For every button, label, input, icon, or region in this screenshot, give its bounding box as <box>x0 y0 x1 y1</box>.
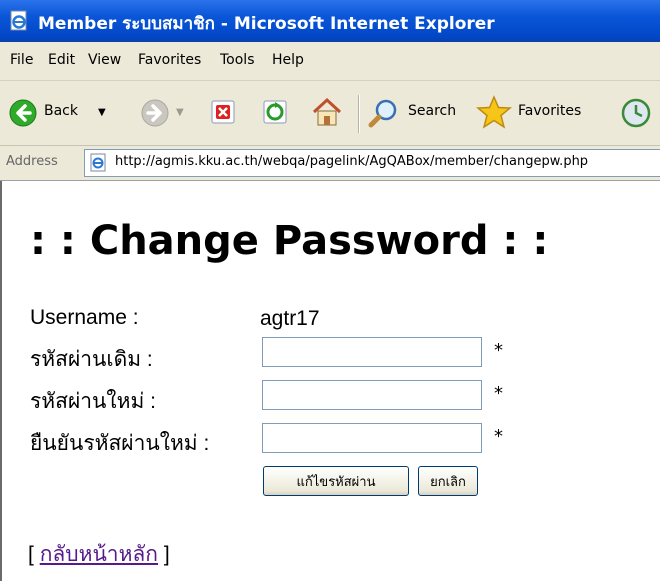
address-bar: Address http://agmis.kku.ac.th/webqa/pag… <box>0 146 660 181</box>
required-mark: * <box>494 340 503 361</box>
forward-dropdown-icon[interactable]: ▼ <box>176 107 184 118</box>
username-label: Username : <box>30 306 139 329</box>
required-mark: * <box>494 426 503 447</box>
menu-view[interactable]: View <box>88 52 121 68</box>
history-icon[interactable] <box>620 97 652 129</box>
back-label[interactable]: Back <box>44 103 78 119</box>
home-icon[interactable] <box>310 95 344 129</box>
address-label: Address <box>6 154 58 169</box>
back-link-row: [ กลับหน้าหลัก ] <box>28 538 170 571</box>
window-title: Member ระบบสมาชิก - Microsoft Internet E… <box>38 14 495 34</box>
new-password-field[interactable] <box>262 380 482 410</box>
ie-page-icon <box>10 10 27 31</box>
search-label[interactable]: Search <box>408 103 456 119</box>
back-to-home-link[interactable]: กลับหน้าหลัก <box>40 543 158 566</box>
toolbar: Back ▼ ▼ Search Favorites <box>0 81 660 146</box>
favorites-star-icon[interactable] <box>476 95 512 129</box>
toolbar-separator <box>358 95 360 133</box>
title-bar[interactable]: Member ระบบสมาชิก - Microsoft Internet E… <box>0 0 660 42</box>
page-icon <box>90 153 106 172</box>
menu-favorites[interactable]: Favorites <box>138 52 201 68</box>
forward-arrow-icon[interactable] <box>140 98 170 128</box>
confirm-password-label: ยืนยันรหัสผ่านใหม่ : <box>30 432 210 455</box>
menu-file[interactable]: File <box>10 52 33 68</box>
new-password-label: รหัสผ่านใหม่ : <box>30 390 156 413</box>
old-password-label: รหัสผ่านเดิม : <box>30 348 153 371</box>
menu-edit[interactable]: Edit <box>48 52 75 68</box>
menu-bar: File Edit View Favorites Tools Help <box>0 42 660 81</box>
menu-tools[interactable]: Tools <box>220 52 255 68</box>
bracket-open: [ <box>28 543 34 566</box>
search-icon[interactable] <box>368 97 400 129</box>
address-input[interactable]: http://agmis.kku.ac.th/webqa/pagelink/Ag… <box>84 149 660 177</box>
menu-help[interactable]: Help <box>272 52 304 68</box>
change-password-button[interactable]: แก้ไขรหัสผ่าน <box>263 466 409 496</box>
bracket-close: ] <box>163 543 170 566</box>
favorites-label[interactable]: Favorites <box>518 103 581 119</box>
required-mark: * <box>494 383 503 404</box>
stop-icon[interactable] <box>210 99 236 125</box>
refresh-icon[interactable] <box>262 99 288 125</box>
cancel-button[interactable]: ยกเลิก <box>418 466 478 496</box>
back-arrow-icon[interactable] <box>8 98 38 128</box>
back-dropdown-icon[interactable]: ▼ <box>98 107 106 118</box>
old-password-field[interactable] <box>262 337 482 367</box>
confirm-password-field[interactable] <box>262 423 482 453</box>
page-heading: : : Change Password : : <box>30 218 549 264</box>
username-value: agtr17 <box>260 307 320 330</box>
address-url: http://agmis.kku.ac.th/webqa/pagelink/Ag… <box>115 154 589 169</box>
